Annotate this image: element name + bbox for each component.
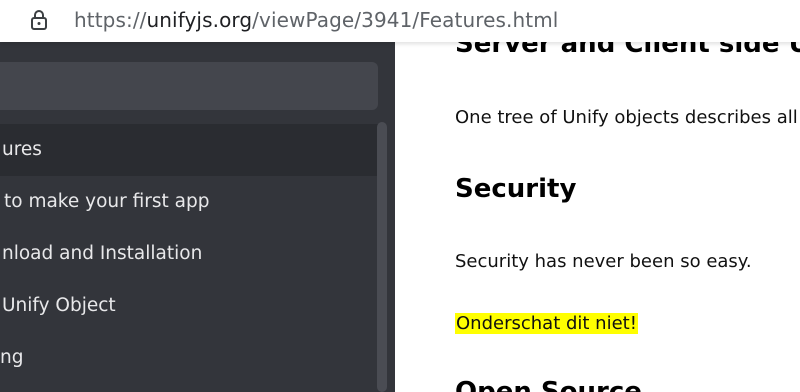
sidebar-item-label: to make your first app xyxy=(4,191,210,212)
url-scheme: https:// xyxy=(74,8,147,32)
sidebar-item-label: ng xyxy=(0,347,24,368)
address-bar[interactable]: https://unifyjs.org/viewPage/3941/Featur… xyxy=(0,0,800,42)
heading-security: Security xyxy=(455,174,577,204)
sidebar-item-label: ures xyxy=(2,139,42,160)
sidebar-item-installation[interactable]: nload and Installation xyxy=(0,228,378,280)
url-path: /viewPage/3941/Features.html xyxy=(252,8,559,32)
sidebar-item-partial[interactable]: ng xyxy=(0,332,378,384)
main-content: Server and Client side Un One tree of Un… xyxy=(395,42,800,392)
highlighted-note: Onderschat dit niet! xyxy=(455,312,638,336)
sidebar-item-unify-object[interactable]: Unify Object xyxy=(0,280,378,332)
paragraph-security: Security has never been so easy. xyxy=(455,251,752,272)
url-domain: unifyjs.org xyxy=(146,8,253,32)
sidebar-item-label: Unify Object xyxy=(2,295,116,316)
heading-server-client: Server and Client side Un xyxy=(455,42,800,59)
heading-open-source: Open Source xyxy=(455,377,642,392)
lock-icon[interactable] xyxy=(30,9,48,31)
paragraph-tree: One tree of Unify objects describes all … xyxy=(455,107,800,128)
sidebar-scrollbar[interactable] xyxy=(377,122,387,392)
sidebar-item-features[interactable]: ures xyxy=(0,124,378,176)
sidebar-item-first-app[interactable]: to make your first app xyxy=(0,176,378,228)
sidebar: ures to make your first app nload and In… xyxy=(0,42,395,392)
sidebar-search-box[interactable] xyxy=(0,62,378,110)
url-text[interactable]: https://unifyjs.org/viewPage/3941/Featur… xyxy=(74,8,558,32)
sidebar-item-label: nload and Installation xyxy=(2,243,203,264)
highlight-text: Onderschat dit niet! xyxy=(455,313,638,334)
